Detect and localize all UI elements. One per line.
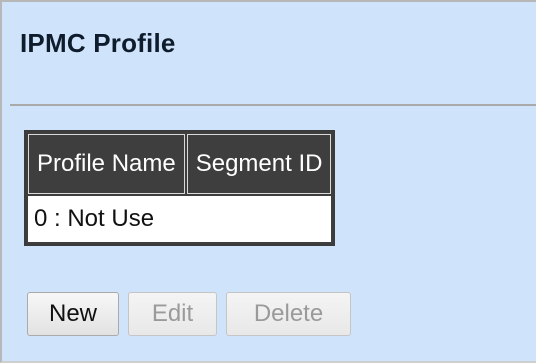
edit-button[interactable]: Edit <box>128 292 217 336</box>
ipmc-profile-panel: IPMC Profile Profile Name Segment ID 0 :… <box>0 0 536 363</box>
table-row[interactable]: 0 : Not Use <box>28 196 332 242</box>
column-header-profile-name: Profile Name <box>28 134 185 194</box>
profile-table: Profile Name Segment ID 0 : Not Use <box>24 130 336 246</box>
column-header-segment-id: Segment ID <box>186 134 332 194</box>
new-button[interactable]: New <box>27 292 119 336</box>
table-header-row: Profile Name Segment ID <box>28 134 332 194</box>
delete-button[interactable]: Delete <box>226 292 351 336</box>
page-title: IPMC Profile <box>20 28 176 58</box>
table-cell-profile: 0 : Not Use <box>28 196 332 242</box>
title-divider <box>10 104 536 106</box>
